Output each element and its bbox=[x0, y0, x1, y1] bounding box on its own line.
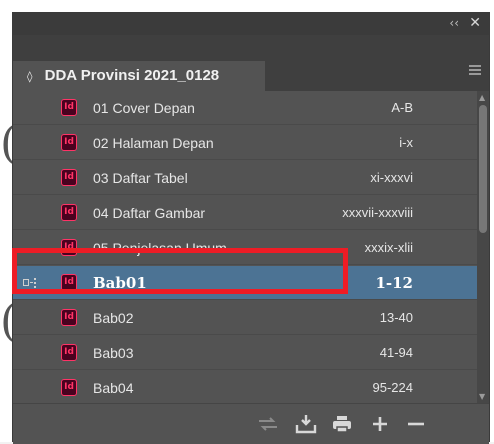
book-panel: ‹‹ ✕ ◊ DDA Provinsi 2021_0128 Id 01 Cover… bbox=[12, 12, 490, 444]
list-item[interactable]: Id Bab03 41-94 bbox=[13, 336, 479, 370]
scrollbar[interactable]: ▲ ▼ bbox=[477, 91, 489, 403]
close-icon[interactable]: ✕ bbox=[469, 15, 481, 31]
save-book-icon[interactable] bbox=[295, 414, 317, 434]
background-glyph: ( bbox=[0, 296, 18, 347]
document-list: Id 01 Cover Depan A-B Id 02 Halaman Depan i-x… bbox=[13, 91, 479, 403]
page-range: xxxvii-xxxviii bbox=[342, 205, 413, 220]
tab-strip: ◊ DDA Provinsi 2021_0128 bbox=[13, 35, 489, 91]
list-item[interactable]: Id 03 Daftar Tabel xi-xxxvi bbox=[13, 161, 479, 195]
indesign-document-icon: Id bbox=[61, 169, 77, 186]
list-item[interactable]: Id Bab02 13-40 bbox=[13, 301, 479, 335]
selection-highlight-box bbox=[12, 248, 348, 294]
print-book-icon[interactable] bbox=[331, 414, 353, 434]
document-name: Bab02 bbox=[93, 310, 134, 326]
page-range: 41-94 bbox=[379, 345, 413, 360]
document-name: 01 Cover Depan bbox=[93, 100, 195, 116]
document-name: 04 Daftar Gambar bbox=[93, 205, 206, 221]
page-range: xi-xxxvi bbox=[370, 170, 413, 185]
row-gutter[interactable] bbox=[13, 196, 49, 230]
synchronize-icon[interactable] bbox=[257, 414, 279, 434]
page-range: i-x bbox=[399, 135, 413, 150]
page-range: 95-224 bbox=[372, 380, 413, 395]
indesign-document-icon: Id bbox=[61, 379, 77, 396]
row-gutter[interactable] bbox=[13, 161, 49, 195]
row-gutter[interactable] bbox=[13, 301, 49, 335]
panel-footer bbox=[13, 403, 489, 444]
list-item[interactable]: Id 02 Halaman Depan i-x bbox=[13, 126, 479, 160]
scrollbar-thumb[interactable] bbox=[479, 105, 487, 233]
document-name: 03 Daftar Tabel bbox=[93, 170, 188, 186]
row-gutter[interactable] bbox=[13, 336, 49, 370]
list-item[interactable]: Id 01 Cover Depan A-B bbox=[13, 91, 479, 125]
document-name: 02 Halaman Depan bbox=[93, 135, 214, 151]
indesign-document-icon: Id bbox=[61, 204, 77, 221]
document-name: Bab03 bbox=[93, 345, 134, 361]
row-gutter[interactable] bbox=[13, 126, 49, 160]
background-glyph: ( bbox=[0, 118, 18, 169]
remove-document-icon[interactable] bbox=[405, 414, 427, 434]
indesign-document-icon: Id bbox=[61, 99, 77, 116]
tab-sort-icon[interactable]: ◊ bbox=[27, 70, 32, 83]
row-gutter[interactable] bbox=[13, 371, 49, 403]
list-item[interactable]: Id 04 Daftar Gambar xxxvii-xxxviii bbox=[13, 196, 479, 230]
panel-menu-icon[interactable] bbox=[469, 65, 481, 77]
row-gutter[interactable] bbox=[13, 91, 49, 125]
list-item[interactable]: Id Bab04 95-224 bbox=[13, 371, 479, 403]
indesign-document-icon: Id bbox=[61, 344, 77, 361]
tab-book[interactable]: ◊ DDA Provinsi 2021_0128 bbox=[13, 61, 265, 91]
indesign-document-icon: Id bbox=[61, 134, 77, 151]
page-range: A-B bbox=[391, 100, 413, 115]
page-range: 13-40 bbox=[379, 310, 413, 325]
collapse-icon[interactable]: ‹‹ bbox=[449, 16, 459, 30]
scroll-up-icon[interactable]: ▲ bbox=[479, 93, 485, 102]
scroll-down-icon[interactable]: ▼ bbox=[479, 392, 485, 401]
add-document-icon[interactable] bbox=[369, 414, 391, 434]
panel-title-bar: ‹‹ ✕ bbox=[13, 13, 489, 35]
tab-title: DDA Provinsi 2021_0128 bbox=[44, 67, 220, 84]
indesign-document-icon: Id bbox=[61, 309, 77, 326]
document-name: Bab04 bbox=[93, 380, 134, 396]
